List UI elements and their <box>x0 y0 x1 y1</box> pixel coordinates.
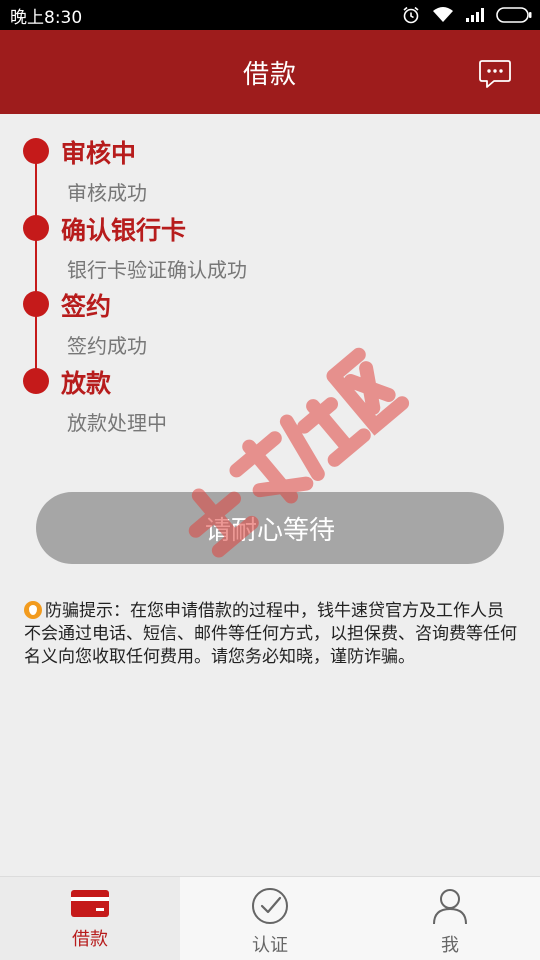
tab-label: 借款 <box>72 929 108 950</box>
step-desc: 签约成功 <box>67 334 147 358</box>
step-desc: 银行卡验证确认成功 <box>67 258 247 282</box>
shield-tip-icon <box>24 601 42 619</box>
card-icon <box>71 890 109 917</box>
tab-verify[interactable]: 认证 <box>180 877 360 960</box>
status-time: 晚上8:30 <box>10 7 83 28</box>
step-desc: 审核成功 <box>67 181 147 205</box>
check-circle-icon <box>252 888 288 924</box>
step-dot <box>23 368 49 394</box>
bottom-tab-bar: 借款 认证 我 <box>0 876 540 960</box>
fraud-warning-text: 防骗提示：在您申请借款的过程中，钱牛速贷官方及工作人员不会通过电话、短信、邮件等… <box>24 601 517 667</box>
status-bar: 晚上8:30 <box>0 0 540 30</box>
wifi-icon <box>433 7 453 22</box>
step-dot <box>23 215 49 241</box>
fraud-warning: 防骗提示：在您申请借款的过程中，钱牛速贷官方及工作人员不会通过电话、短信、邮件等… <box>24 600 520 669</box>
tab-label: 我 <box>441 935 459 956</box>
wait-button[interactable]: 请耐心等待 <box>36 492 504 564</box>
header: 借款 <box>0 30 540 114</box>
alarm-icon <box>403 6 419 24</box>
message-button[interactable] <box>478 58 512 90</box>
tab-label: 认证 <box>252 935 288 956</box>
step-desc: 放款处理中 <box>67 411 167 435</box>
battery-icon <box>496 7 532 23</box>
step-title: 放款 <box>61 369 112 398</box>
step-dot <box>23 291 49 317</box>
chat-bubble-icon <box>479 60 511 88</box>
timeline-line <box>35 150 37 380</box>
tab-loan[interactable]: 借款 <box>0 877 180 960</box>
user-icon <box>433 889 467 925</box>
step-title: 确认银行卡 <box>61 216 187 245</box>
tab-me[interactable]: 我 <box>360 877 540 960</box>
step-title: 签约 <box>61 292 112 321</box>
step-title: 审核中 <box>61 139 137 168</box>
signal-icon <box>466 8 484 22</box>
step-dot <box>23 138 49 164</box>
page-title: 借款 <box>242 59 297 90</box>
status-icons <box>402 6 532 24</box>
